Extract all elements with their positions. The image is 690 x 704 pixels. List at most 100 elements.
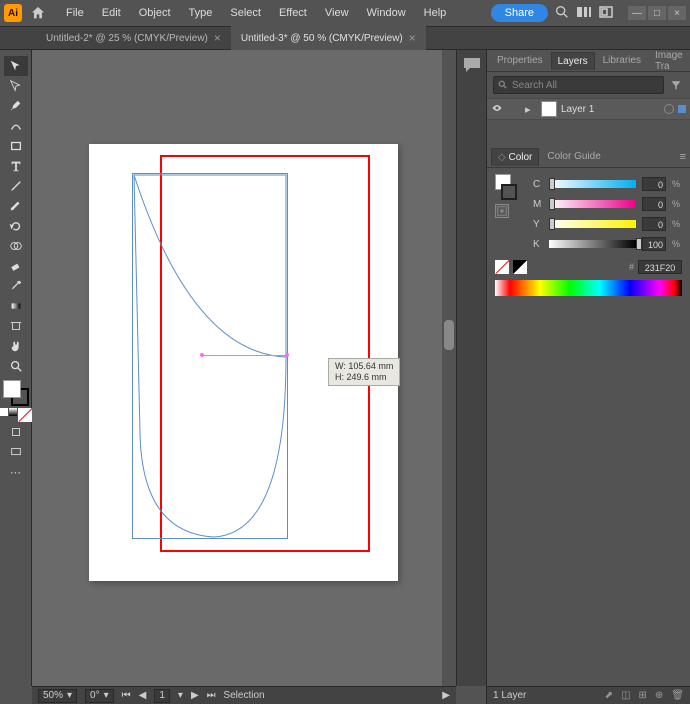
spot-color-icon[interactable]: [495, 204, 509, 218]
tab-color-guide[interactable]: Color Guide: [541, 148, 606, 165]
drawing-mode[interactable]: [4, 422, 28, 442]
delete-layer-icon[interactable]: 🗑: [671, 690, 684, 701]
anchor-point[interactable]: [285, 353, 289, 357]
new-layer-icon[interactable]: ⊕: [655, 690, 663, 701]
zoom-tool[interactable]: [4, 356, 28, 376]
anchor-point[interactable]: [200, 353, 204, 357]
arrange-icon[interactable]: [576, 4, 592, 23]
tab-layers[interactable]: Layers: [551, 52, 595, 70]
visibility-icon[interactable]: [491, 102, 505, 117]
maximize-button[interactable]: □: [648, 6, 666, 20]
slider-value[interactable]: 0: [642, 217, 666, 231]
close-icon[interactable]: ×: [409, 31, 416, 45]
path-object[interactable]: [132, 173, 288, 539]
menu-object[interactable]: Object: [131, 3, 179, 23]
hand-tool[interactable]: [4, 336, 28, 356]
tab-untitled-2[interactable]: Untitled-2* @ 25 % (CMYK/Preview) ×: [36, 26, 231, 50]
status-bar: 50% ▾ 0° ▾ ⏮ ◀ 1 ▾ ▶ ⏭ Selection ▶: [32, 686, 456, 704]
color-spectrum[interactable]: [495, 280, 682, 296]
home-icon[interactable]: [28, 3, 48, 23]
prev-page-icon[interactable]: ◀: [139, 690, 147, 701]
tab-image-trace[interactable]: Image Tra: [649, 47, 689, 75]
shape-builder-tool[interactable]: [4, 236, 28, 256]
scroll-right-icon[interactable]: ▶: [442, 690, 450, 701]
tab-color[interactable]: ◇ Color: [491, 148, 539, 166]
line-tool[interactable]: [4, 176, 28, 196]
slider-k[interactable]: K100%: [533, 234, 682, 254]
color-swatches[interactable]: [495, 174, 529, 218]
menu-edit[interactable]: Edit: [94, 3, 129, 23]
first-page-icon[interactable]: ⏮: [122, 690, 131, 701]
zoom-field[interactable]: 50% ▾: [38, 689, 77, 703]
close-icon[interactable]: ×: [214, 31, 221, 45]
page-field[interactable]: 1: [154, 689, 170, 703]
screen-mode[interactable]: [4, 442, 28, 462]
rotate-tool[interactable]: [4, 216, 28, 236]
comment-icon[interactable]: [462, 56, 482, 74]
slider-track[interactable]: [549, 200, 636, 208]
slider-c[interactable]: C0%: [533, 174, 682, 194]
layers-search-input[interactable]: Search All: [493, 76, 664, 94]
slider-value[interactable]: 0: [642, 197, 666, 211]
artboard-tool[interactable]: [4, 316, 28, 336]
menu-type[interactable]: Type: [181, 3, 221, 23]
search-icon[interactable]: [554, 4, 570, 23]
eyedropper-tool[interactable]: [4, 276, 28, 296]
color-mode-row[interactable]: [0, 408, 32, 422]
menu-window[interactable]: Window: [359, 3, 414, 23]
close-button[interactable]: ×: [668, 6, 686, 20]
curvature-tool[interactable]: [4, 116, 28, 136]
pen-tool[interactable]: [4, 96, 28, 116]
tab-libraries[interactable]: Libraries: [597, 52, 647, 69]
selection-indicator[interactable]: [678, 105, 686, 113]
bw-swatch[interactable]: [513, 260, 527, 274]
workspace-icon[interactable]: [598, 4, 614, 23]
layer-name[interactable]: Layer 1: [561, 104, 660, 115]
none-swatch[interactable]: [495, 260, 509, 274]
menu-file[interactable]: File: [58, 3, 92, 23]
rectangle-tool[interactable]: [4, 136, 28, 156]
slider-track[interactable]: [549, 220, 636, 228]
make-clip-icon[interactable]: ◫: [621, 690, 630, 701]
rotate-field[interactable]: 0° ▾: [85, 689, 114, 703]
menu-effect[interactable]: Effect: [271, 3, 315, 23]
next-page-icon[interactable]: ▶: [191, 690, 199, 701]
menu-select[interactable]: Select: [222, 3, 269, 23]
hex-input[interactable]: 231F20: [638, 260, 682, 274]
target-icon[interactable]: [664, 104, 674, 114]
edit-toolbar[interactable]: ⋯: [4, 462, 28, 482]
paintbrush-tool[interactable]: [4, 196, 28, 216]
last-page-icon[interactable]: ⏭: [207, 690, 216, 701]
menu-view[interactable]: View: [317, 3, 357, 23]
type-tool[interactable]: [4, 156, 28, 176]
slider-value[interactable]: 0: [642, 177, 666, 191]
gradient-tool[interactable]: [4, 296, 28, 316]
measurement-tooltip: W: 105.64 mm H: 249.6 mm: [328, 358, 400, 386]
selection-tool[interactable]: [4, 56, 28, 76]
slider-m[interactable]: M0%: [533, 194, 682, 214]
locate-icon[interactable]: ⬈: [605, 690, 613, 701]
slider-value[interactable]: 100: [642, 237, 666, 251]
tab-properties[interactable]: Properties: [491, 52, 549, 69]
new-sublayer-icon[interactable]: ⊞: [639, 690, 647, 701]
slider-label: Y: [533, 219, 543, 230]
scrollbar-vertical[interactable]: [442, 50, 456, 686]
filter-icon[interactable]: [668, 77, 684, 93]
slider-y[interactable]: Y0%: [533, 214, 682, 234]
chevron-right-icon[interactable]: ▸: [525, 103, 537, 116]
minimize-button[interactable]: —: [628, 6, 646, 20]
eraser-tool[interactable]: [4, 256, 28, 276]
chevron-down-icon[interactable]: ▾: [178, 690, 183, 701]
layer-row[interactable]: ▸ Layer 1: [487, 98, 690, 120]
tab-untitled-3[interactable]: Untitled-3* @ 50 % (CMYK/Preview) ×: [231, 26, 426, 50]
share-button[interactable]: Share: [491, 4, 548, 22]
collab-strip: [456, 50, 486, 686]
stroke-swatch[interactable]: [501, 184, 517, 200]
panel-menu-icon[interactable]: ≡: [680, 151, 686, 163]
menu-help[interactable]: Help: [416, 3, 455, 23]
canvas[interactable]: W: 105.64 mm H: 249.6 mm: [32, 50, 456, 686]
fill-stroke-swatch[interactable]: [3, 380, 29, 406]
slider-track[interactable]: [549, 180, 636, 188]
slider-track[interactable]: [549, 240, 636, 248]
direct-selection-tool[interactable]: [4, 76, 28, 96]
